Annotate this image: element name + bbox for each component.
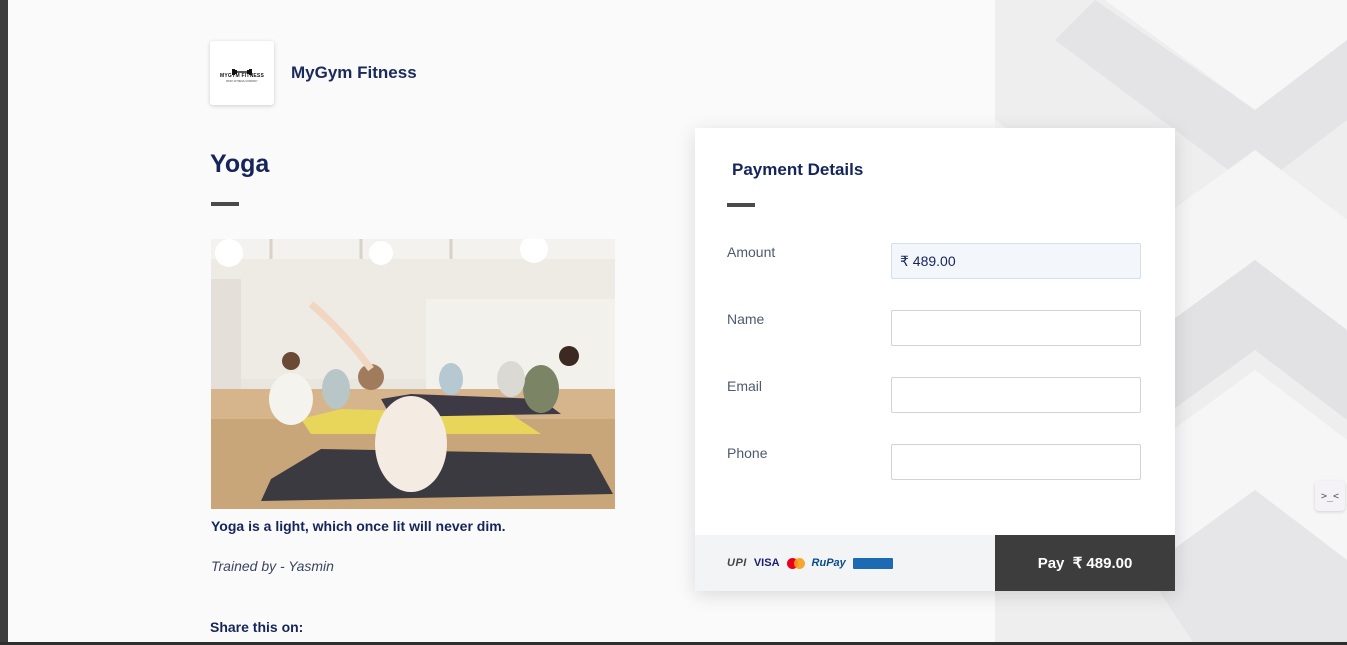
payment-methods: UPI VISA RuPay — [695, 535, 995, 591]
payment-footer: UPI VISA RuPay Pay ₹ 489.00 — [695, 535, 1175, 591]
payment-details-title: Payment Details — [732, 160, 864, 179]
phone-field[interactable] — [891, 444, 1141, 480]
page-title: Yoga — [210, 150, 270, 178]
netbanking-icon — [852, 557, 893, 569]
brand-logo: MYGYM FITNESS BODY FITNESS COMPANY — [210, 41, 274, 105]
email-field[interactable] — [891, 377, 1141, 413]
rupay-icon: RuPay — [811, 557, 846, 569]
visa-icon: VISA — [753, 557, 780, 569]
yoga-class-image — [211, 239, 615, 509]
title-underline — [211, 202, 239, 206]
feedback-widget-icon[interactable]: >_< — [1315, 481, 1345, 511]
dumbbell-icon — [232, 63, 252, 75]
name-label: Name — [727, 311, 765, 327]
email-label: Email — [727, 378, 763, 394]
product-description: Yoga is a light, which once lit will nev… — [211, 518, 506, 534]
logo-subtext: BODY FITNESS COMPANY — [226, 80, 258, 83]
trainer-name: Trained by - Yasmin — [211, 558, 334, 574]
phone-label: Phone — [727, 445, 768, 461]
brand-name: MyGym Fitness — [291, 63, 417, 82]
amount-label: Amount — [727, 244, 776, 260]
window-left-edge — [0, 0, 8, 645]
upi-icon: UPI — [727, 557, 747, 569]
mastercard-icon — [786, 557, 805, 569]
payment-title-underline — [727, 203, 755, 207]
payment-card: Payment Details Amount ₹ 489.00 Name Ema… — [695, 128, 1175, 591]
share-label: Share this on: — [210, 619, 304, 635]
amount-field[interactable]: ₹ 489.00 — [891, 243, 1141, 279]
pay-button[interactable]: Pay ₹ 489.00 — [995, 535, 1175, 591]
name-field[interactable] — [891, 310, 1141, 346]
